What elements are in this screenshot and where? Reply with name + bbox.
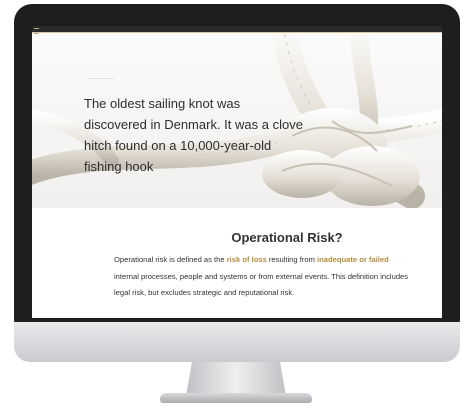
monitor-chin xyxy=(14,322,460,362)
section-paragraph: Operational risk is defined as the risk … xyxy=(114,252,414,302)
hero-banner: The oldest sailing knot was discovered i… xyxy=(32,26,442,208)
content-section: Operational Risk? Operational risk is de… xyxy=(32,208,442,318)
section-heading: Operational Risk? xyxy=(231,230,343,245)
paragraph-text: resulting from xyxy=(266,255,318,264)
menu-icon[interactable] xyxy=(34,28,39,34)
paragraph-text: internal processes, people and systems o… xyxy=(114,271,409,298)
highlight-risk-of-loss: risk of loss xyxy=(226,255,267,264)
monitor-stand xyxy=(186,362,286,396)
hero-quote: The oldest sailing knot was discovered i… xyxy=(84,96,303,174)
screen: The oldest sailing knot was discovered i… xyxy=(32,26,442,318)
top-accent-line xyxy=(32,32,442,33)
hero-divider xyxy=(88,78,114,79)
highlight-inadequate-or-failed: inadequate or failed xyxy=(317,255,389,264)
paragraph-text: Operational risk is defined as the xyxy=(114,255,227,264)
monitor-base xyxy=(160,393,312,403)
